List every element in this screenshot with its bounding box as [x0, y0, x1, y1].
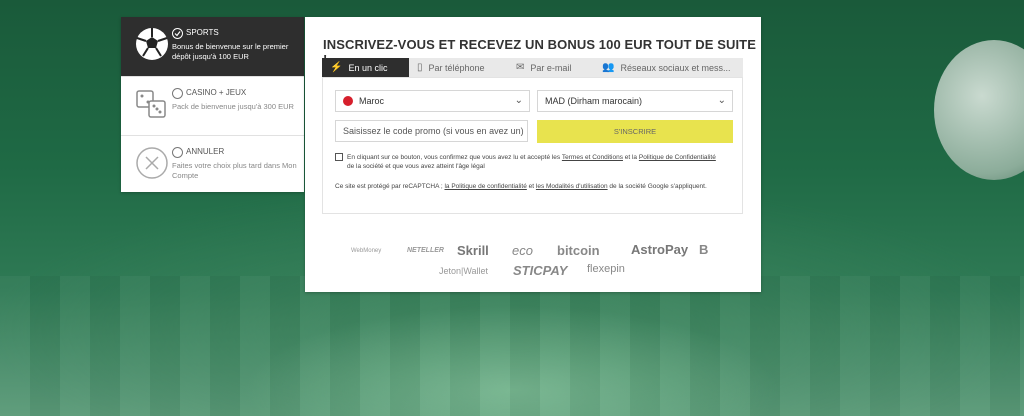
morocco-flag-icon	[343, 96, 353, 106]
currency-select[interactable]: MAD (Dirham marocain) ⌄	[537, 90, 733, 112]
eco-logo: eco	[512, 243, 533, 258]
terms-checkbox[interactable]	[335, 153, 343, 161]
privacy-link[interactable]: Politique de Confidentialité	[639, 154, 716, 161]
option-title: SPORTS	[186, 28, 219, 37]
jeton-wallet-logo: Jeton|Wallet	[439, 266, 489, 276]
option-title: CASINO + JEUX	[186, 88, 247, 97]
promo-code-input[interactable]: Saisissez le code promo (si vous en avez…	[335, 120, 528, 142]
one-click-panel: Maroc ⌄ MAD (Dirham marocain) ⌄ Saisisse…	[322, 77, 743, 214]
phone-icon: ▯	[417, 62, 423, 73]
webmoney-logo: WebMoney	[351, 248, 382, 254]
recaptcha-text: Ce site est protégé par reCAPTCHA ; la P…	[335, 183, 707, 190]
tab-social[interactable]: 👥 Réseaux sociaux et mess...	[594, 58, 743, 77]
soccer-ball-icon	[133, 25, 171, 63]
sticpay-logo: STICPAY	[513, 263, 568, 278]
radio-sports[interactable]	[172, 28, 183, 39]
skrill-logo: Skrill	[457, 243, 489, 258]
cancel-x-icon	[133, 144, 171, 182]
option-desc: Pack de bienvenue jusqu'à 300 EUR	[172, 102, 294, 111]
register-button[interactable]: S'INSCRIRE	[537, 120, 733, 143]
stadium-background	[0, 276, 1024, 416]
people-icon: 👥	[602, 62, 615, 73]
chevron-down-icon: ⌄	[717, 95, 726, 106]
terms-link[interactable]: Termes et Conditions	[562, 154, 623, 161]
tab-phone[interactable]: ▯ Par téléphone	[409, 58, 508, 77]
envelope-icon: ✉	[516, 62, 525, 73]
payment-logos: WebMoney NETELLER Skrill eco bitcoin Ast…	[305, 239, 761, 292]
terms-text: En cliquant sur ce bouton, vous confirme…	[347, 154, 716, 170]
tab-one-click[interactable]: ⚡ En un clic	[322, 58, 409, 77]
neteller-logo: NETELLER	[407, 247, 444, 254]
casino-dice-icon	[133, 85, 171, 123]
country-select[interactable]: Maroc ⌄	[335, 90, 530, 112]
registration-card: INSCRIVEZ-VOUS ET RECEVEZ UN BONUS 100 E…	[305, 17, 761, 292]
b-logo: B	[699, 242, 709, 257]
soccer-ball-background	[934, 40, 1024, 180]
astropay-logo: AstroPay	[631, 242, 689, 257]
option-casino[interactable]: CASINO + JEUX Pack de bienvenue jusqu'à …	[121, 77, 304, 136]
option-desc: Faites votre choix plus tard dans Mon Co…	[172, 161, 297, 180]
option-cancel[interactable]: ANNULER Faites votre choix plus tard dan…	[121, 136, 304, 194]
flexepin-logo: flexepin	[587, 263, 625, 275]
bitcoin-logo: bitcoin	[557, 243, 600, 258]
radio-cancel[interactable]	[172, 147, 183, 158]
option-desc: Bonus de bienvenue sur le premier dépôt …	[172, 42, 289, 61]
tab-email[interactable]: ✉ Par e-mail	[508, 58, 594, 77]
google-privacy-link[interactable]: la Politique de confidentialité	[444, 183, 526, 190]
registration-tabs: ⚡ En un clic ▯ Par téléphone ✉ Par e-mai…	[322, 58, 743, 77]
bonus-options-panel: SPORTS Bonus de bienvenue sur le premier…	[121, 17, 304, 192]
radio-casino[interactable]	[172, 88, 183, 99]
option-title: ANNULER	[186, 147, 225, 156]
lightning-icon: ⚡	[330, 62, 343, 73]
chevron-down-icon: ⌄	[514, 95, 523, 106]
option-sports[interactable]: SPORTS Bonus de bienvenue sur le premier…	[121, 17, 304, 77]
google-terms-link[interactable]: les Modalités d'utilisation	[536, 183, 608, 190]
